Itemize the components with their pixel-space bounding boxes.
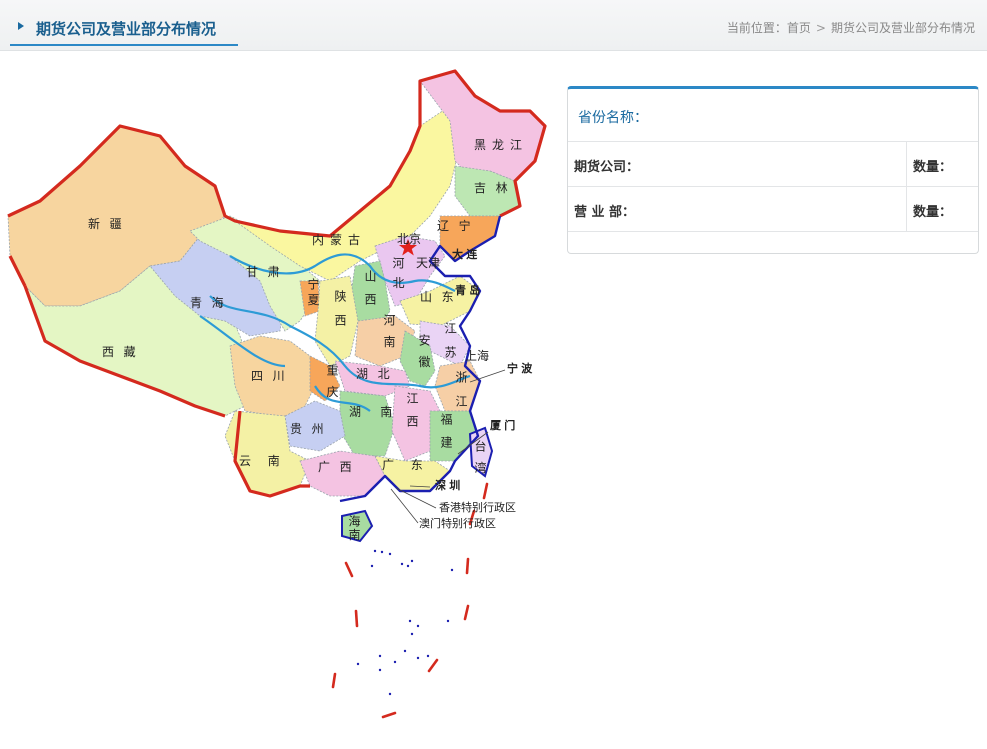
china-map-svg (7, 69, 547, 719)
breadcrumb-current: 期货公司及营业部分布情况 (830, 21, 975, 35)
futures-count-label: 数量： (913, 160, 953, 175)
label-yunnan: 云南 (239, 454, 297, 468)
label-sichuan: 四川 (251, 369, 295, 383)
label-dalian: 大连 (452, 248, 481, 261)
label-chongqing: 重庆 (325, 364, 339, 408)
label-xinjiang: 新疆 (88, 217, 132, 231)
province-info-panel: 省份名称： 期货公司： 数量： 营 业 部： 数量： (567, 86, 979, 254)
label-hebei: 河北 (391, 257, 405, 296)
label-liaoning: 辽宁 (437, 219, 481, 233)
breadcrumb-prefix: 当前位置： (726, 21, 787, 35)
label-taiwan: 台湾 (473, 440, 487, 484)
page-title: 期货公司及营业部分布情况 (36, 20, 217, 38)
branch-label: 营 业 部： (574, 205, 636, 220)
label-xiamen: 厦门 (490, 419, 519, 432)
label-qinghai: 青海 (190, 296, 234, 310)
label-guangxi: 广西 (318, 460, 362, 474)
label-hubei: 湖北 (356, 367, 400, 381)
province-name-label: 省份名称： (578, 110, 648, 126)
label-neimenggu: 内蒙古 (312, 233, 367, 247)
breadcrumb-separator: > (815, 21, 826, 35)
label-ningbo: 宁波 (507, 362, 536, 375)
label-qingdao: 青岛 (455, 284, 484, 297)
label-gansu: 甘肃 (246, 265, 290, 279)
title-wrap: 期货公司及营业部分布情况 (10, 10, 230, 46)
breadcrumb: 当前位置：首页 > 期货公司及营业部分布情况 (727, 19, 975, 36)
label-beijing: 北京 (397, 232, 422, 246)
south-sea-islands (356, 549, 454, 696)
label-ningxia: 宁夏 (306, 278, 320, 310)
label-xizang: 西藏 (102, 345, 146, 359)
label-heilongjiang: 黑龙江 (474, 138, 529, 152)
page-header: 期货公司及营业部分布情况 当前位置：首页 > 期货公司及营业部分布情况 (0, 0, 987, 51)
branch-count-label: 数量： (913, 205, 953, 220)
futures-company-row: 期货公司： 数量： (568, 141, 978, 186)
label-shaanxi: 陕西 (333, 290, 347, 338)
futures-company-label: 期货公司： (574, 160, 640, 175)
label-guizhou: 贵州 (290, 422, 334, 436)
label-guangdong: 广东 (382, 458, 440, 472)
label-jiangsu: 江苏 (443, 322, 457, 370)
label-anhui: 安徽 (417, 334, 431, 378)
label-tianjin: 天津 (416, 256, 441, 270)
title-arrow-icon (18, 22, 24, 30)
label-zhejiang: 浙江 (454, 371, 468, 419)
label-hainan: 海南 (347, 515, 361, 542)
label-shanghai: 上海 (465, 349, 490, 363)
china-map: 新疆 西藏 青海 甘肃 内蒙古 黑龙江 吉林 辽宁 北京 天津 河北 山西 山东… (0, 66, 560, 749)
label-henan: 河南 (382, 314, 396, 358)
row-divider (906, 142, 907, 186)
region-hunan[interactable] (339, 390, 396, 457)
breadcrumb-home-link[interactable]: 首页 (787, 19, 811, 36)
title-underline (10, 44, 238, 46)
label-hunan: 湖南 (349, 405, 412, 419)
branch-row: 营 业 部： 数量： (568, 186, 978, 232)
label-hongkong: 香港特别行政区 (439, 501, 516, 514)
label-jilin: 吉林 (474, 181, 518, 195)
label-macau: 澳门特别行政区 (419, 517, 496, 530)
row-divider (906, 187, 907, 231)
label-jiangxi: 江西 (405, 392, 419, 438)
label-shenzhen: 深圳 (435, 479, 464, 492)
label-shanxi: 山西 (363, 270, 377, 316)
label-fujian: 福建 (439, 413, 453, 459)
